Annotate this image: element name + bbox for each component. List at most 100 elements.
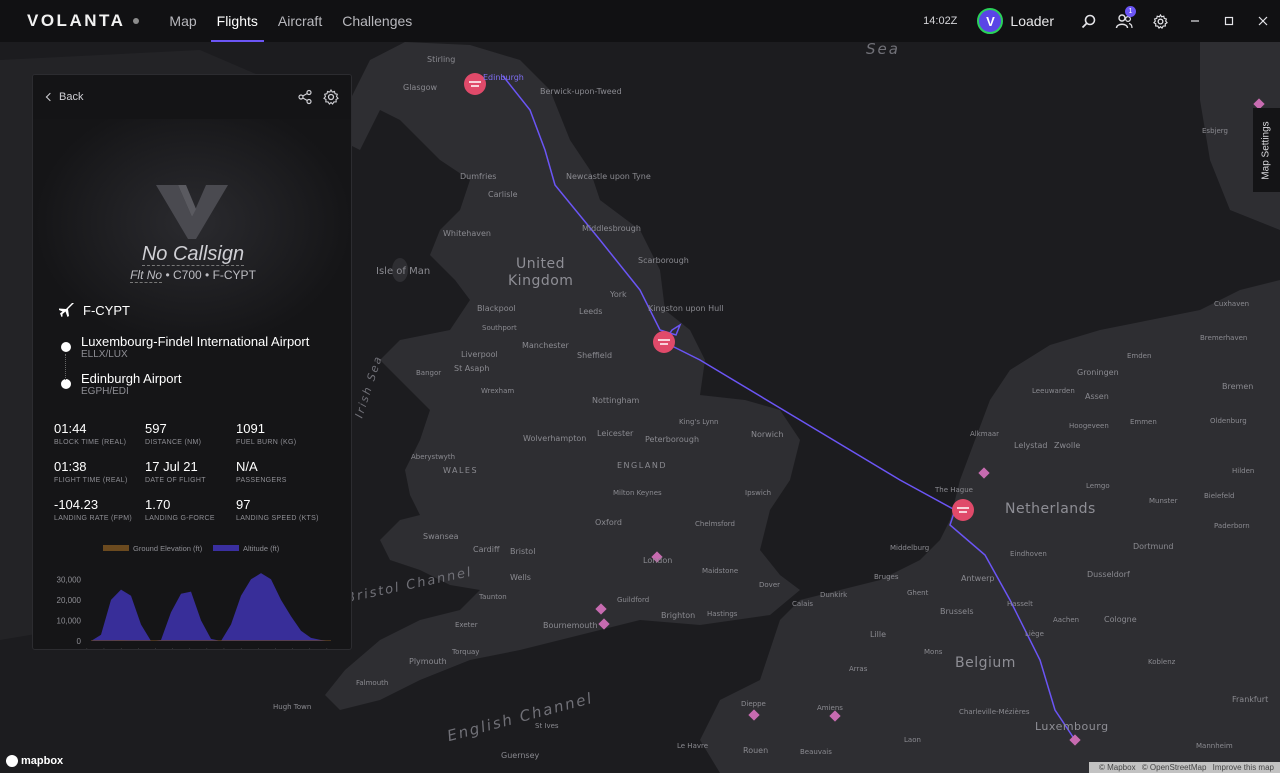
country-label: Netherlands <box>1005 501 1096 517</box>
minimize-icon <box>1191 20 1199 22</box>
x-tick-label: 13:49Z <box>297 648 316 650</box>
city-label: Southport <box>482 324 517 332</box>
city-label: Alkmaar <box>970 430 1000 438</box>
map-settings-tab[interactable]: Map Settings <box>1253 108 1280 192</box>
x-tick-label: 12:33Z <box>126 648 145 650</box>
nav-aircraft[interactable]: Aircraft <box>268 0 332 42</box>
stat-value: 1.70 <box>145 497 171 512</box>
x-tick-label: 13:40Z <box>263 648 282 650</box>
city-label: Dover <box>759 581 780 589</box>
city-label: Hoogeveen <box>1069 422 1109 430</box>
x-tick-label: 12:28Z <box>109 648 128 650</box>
x-tick-label: 12:48Z <box>160 648 179 650</box>
destination-name: Edinburgh Airport <box>81 371 182 386</box>
city-label: Brussels <box>940 607 974 616</box>
status-dot <box>133 18 140 24</box>
origin-airport[interactable]: Luxembourg-Findel International Airport … <box>61 334 309 361</box>
close-button[interactable] <box>1246 0 1280 42</box>
city-label: Oxford <box>595 518 622 527</box>
stat-landing-speed: 97 LANDING SPEED (KTS) <box>236 497 344 524</box>
legend-label: Ground Elevation (ft) <box>133 544 203 553</box>
aircraft-registration-row[interactable]: F-CYPT <box>59 302 130 318</box>
minimize-button[interactable] <box>1178 0 1212 42</box>
airport-marker-humberside[interactable] <box>653 331 675 353</box>
settings-button[interactable] <box>1142 0 1178 42</box>
nav-map[interactable]: Map <box>159 0 206 42</box>
stat-label: DISTANCE (NM) <box>145 439 202 446</box>
mapbox-label: mapbox <box>21 755 64 767</box>
stat-passengers: N/A PASSENGERS <box>236 459 344 486</box>
back-button[interactable]: Back <box>45 91 83 103</box>
city-label: Hasselt <box>1007 600 1033 608</box>
mapbox-logo[interactable]: mapbox <box>6 755 63 767</box>
destination-airport[interactable]: Edinburgh Airport EGPH/EDI <box>61 371 309 398</box>
gear-icon[interactable] <box>323 89 339 105</box>
flight-number[interactable]: Flt No <box>130 268 163 283</box>
city-label: Lelystad <box>1014 441 1048 450</box>
route-connector <box>65 354 66 380</box>
sea-label: Sea <box>866 40 900 58</box>
airline-logo <box>156 185 228 239</box>
city-label: St Asaph <box>454 364 490 373</box>
city-label: London <box>643 556 673 565</box>
x-tick-label: 13:16Z <box>194 648 213 650</box>
altitude-profile-chart[interactable]: Ground Elevation (ft) Altitude (ft) 30,000… <box>41 539 341 650</box>
nav-challenges[interactable]: Challenges <box>332 0 422 42</box>
stat-label: FUEL BURN (KG) <box>236 439 297 446</box>
city-label: Bremerhaven <box>1200 334 1248 342</box>
subtitle-registration: F-CYPT <box>212 268 256 282</box>
destination-code: EGPH/EDI <box>81 386 129 397</box>
city-label: Torquay <box>452 648 480 656</box>
city-label: Arras <box>849 665 868 673</box>
airplane-icon <box>59 303 74 317</box>
city-label: Le Havre <box>677 742 709 750</box>
city-label: Dumfries <box>460 172 497 181</box>
user-menu[interactable]: V Loader <box>977 8 1054 34</box>
nav-flights[interactable]: Flights <box>207 0 268 42</box>
main-nav: Map Flights Aircraft Challenges <box>159 0 422 42</box>
city-label: Esbjerg <box>1202 127 1228 135</box>
city-label: Peterborough <box>645 435 700 444</box>
share-icon[interactable] <box>297 89 313 105</box>
city-label: Munster <box>1149 497 1178 505</box>
city-label: Beauvais <box>800 748 832 756</box>
flight-subtitle: Flt No • C700 • F-CYPT <box>33 268 351 283</box>
city-label: Chelmsford <box>695 520 735 528</box>
city-label: Zwolle <box>1054 441 1081 450</box>
region-label: ENGLAND <box>617 461 667 470</box>
region-label: WALES <box>443 466 479 475</box>
country-label: Belgium <box>955 655 1016 671</box>
stat-label: LANDING RATE (FPM) <box>54 515 132 522</box>
city-label: Newcastle upon Tyne <box>566 172 651 181</box>
stat-block-time: 01:44 BLOCK TIME (REAL) <box>54 421 145 448</box>
airport-marker-rotterdam[interactable] <box>952 499 974 521</box>
stat-fuel-burn: 1091 FUEL BURN (KG) <box>236 421 344 448</box>
city-label: York <box>610 290 627 299</box>
city-label: Carlisle <box>488 190 518 199</box>
search-icon <box>1081 14 1095 28</box>
legend-label: Altitude (ft) <box>243 544 280 553</box>
stat-distance: 597 DISTANCE (NM) <box>145 421 236 448</box>
attribution-link[interactable]: © OpenStreetMap <box>1142 763 1207 772</box>
callsign-title[interactable]: No Callsign <box>33 243 351 266</box>
city-label: Dortmund <box>1133 542 1174 551</box>
attribution-link[interactable]: © Mapbox <box>1099 763 1136 772</box>
panel-actions <box>297 89 339 105</box>
flight-stats-grid: 01:44 BLOCK TIME (REAL) 597 DISTANCE (NM) … <box>54 421 344 524</box>
attribution-link[interactable]: Improve this map <box>1213 763 1274 772</box>
separator-dot: • <box>165 268 170 282</box>
brand-logo[interactable]: VOLANTA <box>27 11 140 31</box>
city-label: Bremen <box>1222 382 1254 391</box>
stat-value: 1091 <box>236 421 265 436</box>
city-label: Leicester <box>597 429 634 438</box>
city-label: Exeter <box>455 621 478 629</box>
maximize-icon <box>1224 16 1234 26</box>
friends-button[interactable]: 1 <box>1106 0 1142 42</box>
search-button[interactable] <box>1070 0 1106 42</box>
maximize-button[interactable] <box>1212 0 1246 42</box>
city-label: Lille <box>870 630 887 639</box>
city-label: Ghent <box>907 589 929 597</box>
stat-value: 597 <box>145 421 167 436</box>
city-label: Sheffield <box>577 351 613 360</box>
city-label: Manchester <box>522 341 569 350</box>
